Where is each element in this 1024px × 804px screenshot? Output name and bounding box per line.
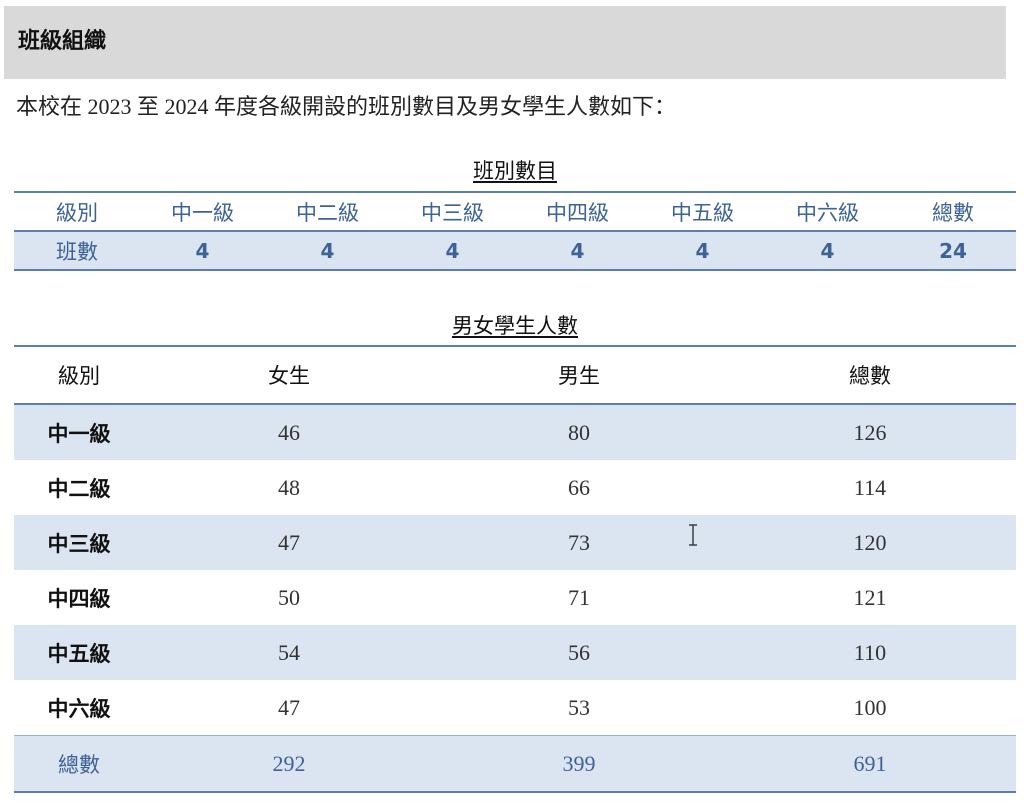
class-table-header-row: 級別 中一級 中二級 中三級 中四級 中五級 中六級 總數 <box>14 192 1016 232</box>
male-cell: 73 <box>434 515 724 570</box>
row-label: 班數 <box>14 231 140 270</box>
value-cell: 4 <box>640 231 765 270</box>
header-cell: 總數 <box>890 192 1016 232</box>
header-cell: 女生 <box>144 346 434 405</box>
section-title: 班級組織 <box>18 29 107 54</box>
header-cell: 中六級 <box>765 192 890 232</box>
table-row: 中四級 50 71 121 <box>14 570 1016 625</box>
total-cell: 126 <box>724 404 1016 460</box>
class-count-caption: 班別數目 <box>473 159 557 183</box>
male-total-cell: 399 <box>434 735 724 792</box>
header-cell: 級別 <box>14 192 140 232</box>
grade-cell: 中一級 <box>14 404 144 460</box>
grade-cell: 中二級 <box>47 476 111 501</box>
intro-text: 本校在 2023 至 2024 年度各級開設的班別數目及男女學生人數如下： <box>16 94 677 119</box>
header-cell: 中五級 <box>640 192 765 232</box>
table-row: 中二級 48 66 114 <box>14 460 1016 515</box>
grade-cell: 中三級 <box>14 515 144 570</box>
class-table-values-row: 班數 4 4 4 4 4 4 24 <box>14 231 1016 270</box>
section-header: 班級組織 <box>4 6 1006 79</box>
male-cell: 80 <box>434 404 724 460</box>
header-cell: 級別 <box>14 346 144 405</box>
total-cell: 121 <box>853 584 887 610</box>
totals-row: 總數 292 399 691 <box>14 735 1016 792</box>
female-cell: 50 <box>278 584 300 610</box>
male-cell: 66 <box>568 474 590 500</box>
female-cell: 47 <box>278 694 300 720</box>
grade-cell: 中五級 <box>14 625 144 680</box>
totals-label: 總數 <box>14 735 144 792</box>
text-cursor-icon <box>688 523 698 547</box>
grade-cell: 中四級 <box>47 586 111 611</box>
table-row: 中五級 54 56 110 <box>14 625 1016 680</box>
total-cell: 100 <box>853 694 887 720</box>
grand-total-cell: 691 <box>724 735 1016 792</box>
class-count-table: 級別 中一級 中二級 中三級 中四級 中五級 中六級 總數 班數 4 4 4 4… <box>14 191 1016 271</box>
value-cell: 24 <box>890 231 1016 270</box>
female-cell: 47 <box>144 515 434 570</box>
student-table-header-row: 級別 女生 男生 總數 <box>14 346 1016 405</box>
table-row: 中一級 46 80 126 <box>14 404 1016 460</box>
value-cell: 4 <box>265 231 390 270</box>
grade-cell: 中六級 <box>47 696 111 721</box>
header-cell: 男生 <box>434 346 724 405</box>
value-cell: 4 <box>140 231 265 270</box>
total-cell: 110 <box>724 625 1016 680</box>
table-row: 中三級 47 73 120 <box>14 515 1016 570</box>
female-cell: 54 <box>144 625 434 680</box>
total-cell: 120 <box>724 515 1016 570</box>
header-cell: 中一級 <box>140 192 265 232</box>
total-cell: 114 <box>853 474 887 500</box>
header-cell: 中三級 <box>390 192 515 232</box>
male-cell: 71 <box>568 584 590 610</box>
female-cell: 46 <box>144 404 434 460</box>
value-cell: 4 <box>765 231 890 270</box>
header-cell: 中四級 <box>515 192 640 232</box>
value-cell: 4 <box>515 231 640 270</box>
female-cell: 48 <box>278 474 300 500</box>
value-cell: 4 <box>390 231 515 270</box>
male-cell: 53 <box>568 694 590 720</box>
female-total-cell: 292 <box>144 735 434 792</box>
student-count-table: 級別 女生 男生 總數 中一級 46 80 126 中二級 48 66 114 … <box>14 345 1016 793</box>
male-cell: 56 <box>434 625 724 680</box>
header-cell: 中二級 <box>265 192 390 232</box>
table-row: 中六級 47 53 100 <box>14 680 1016 736</box>
header-cell: 總數 <box>724 346 1016 405</box>
student-count-caption: 男女學生人數 <box>452 314 578 338</box>
